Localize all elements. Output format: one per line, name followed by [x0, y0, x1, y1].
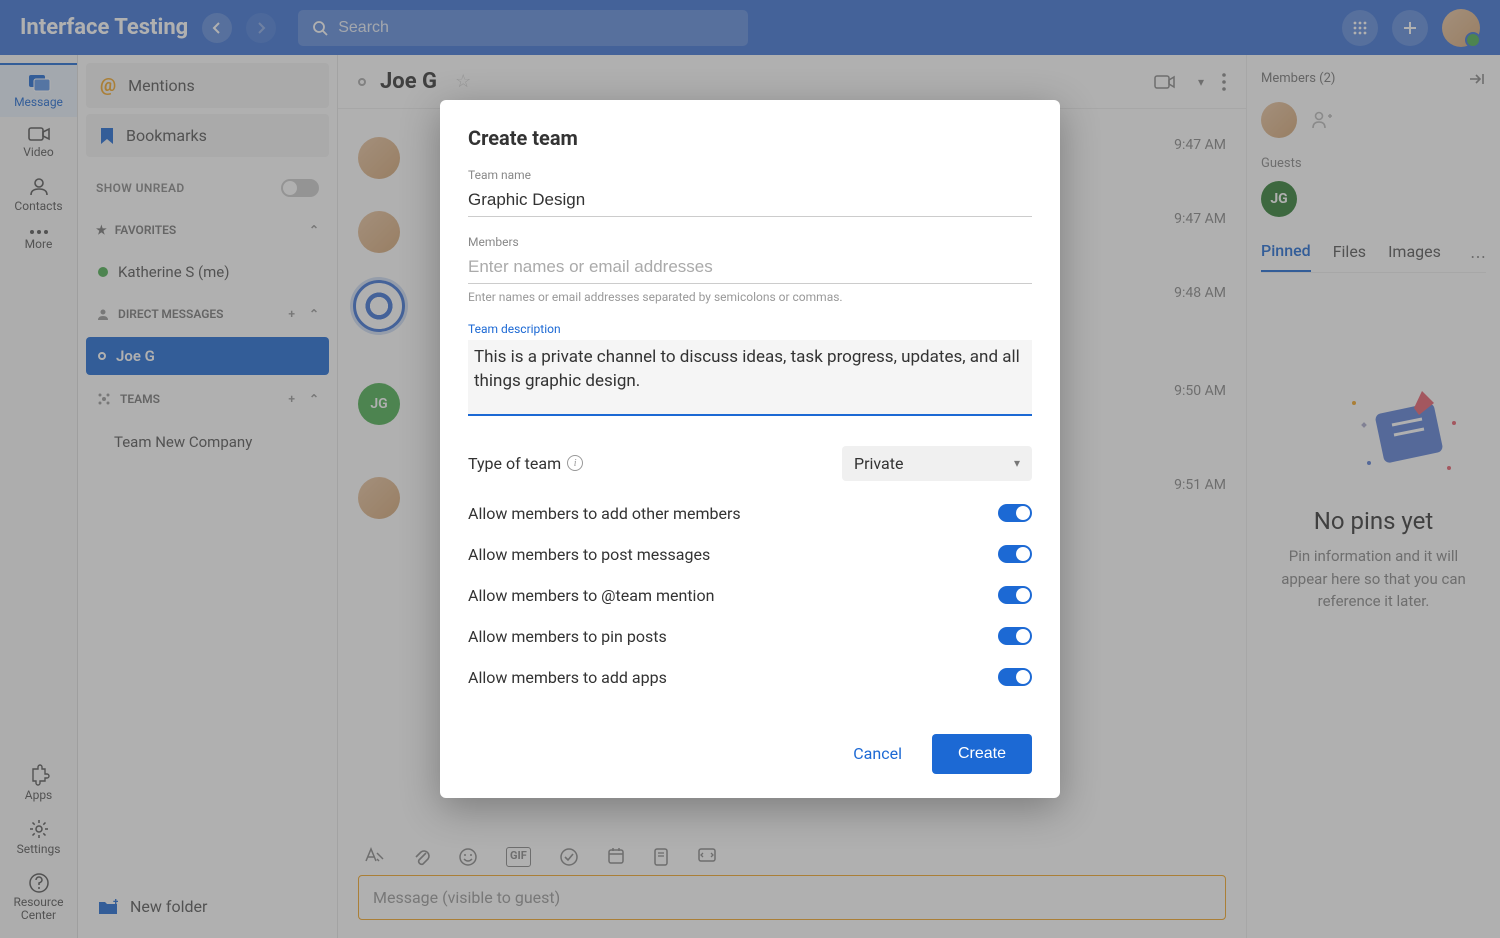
info-icon[interactable]: i	[567, 455, 583, 471]
toggle-add-apps[interactable]	[998, 668, 1032, 686]
description-label: Team description	[468, 322, 1032, 336]
team-type-label: Type of team	[468, 454, 561, 473]
toggle-pin-posts[interactable]	[998, 627, 1032, 645]
create-button[interactable]: Create	[932, 734, 1032, 774]
description-input[interactable]: This is a private channel to discuss ide…	[468, 340, 1032, 416]
create-team-modal: Create team Team name Members Enter name…	[440, 100, 1060, 798]
switch-label-pin-posts: Allow members to pin posts	[468, 627, 667, 646]
members-input[interactable]	[468, 253, 1032, 284]
team-name-label: Team name	[468, 168, 1032, 182]
members-hint: Enter names or email addresses separated…	[468, 290, 1032, 304]
switch-label-add-apps: Allow members to add apps	[468, 668, 667, 687]
cancel-button[interactable]: Cancel	[845, 734, 910, 773]
toggle-add-members[interactable]	[998, 504, 1032, 522]
switch-label-add-members: Allow members to add other members	[468, 504, 741, 523]
team-type-select[interactable]: Private	[842, 446, 1032, 481]
toggle-team-mention[interactable]	[998, 586, 1032, 604]
switch-label-team-mention: Allow members to @team mention	[468, 586, 714, 605]
toggle-post-messages[interactable]	[998, 545, 1032, 563]
team-name-input[interactable]	[468, 186, 1032, 217]
modal-title: Create team	[468, 126, 1032, 150]
modal-overlay[interactable]: Create team Team name Members Enter name…	[0, 0, 1500, 938]
team-type-value: Private	[854, 454, 903, 473]
members-label: Members	[468, 235, 1032, 249]
switch-label-post-messages: Allow members to post messages	[468, 545, 710, 564]
